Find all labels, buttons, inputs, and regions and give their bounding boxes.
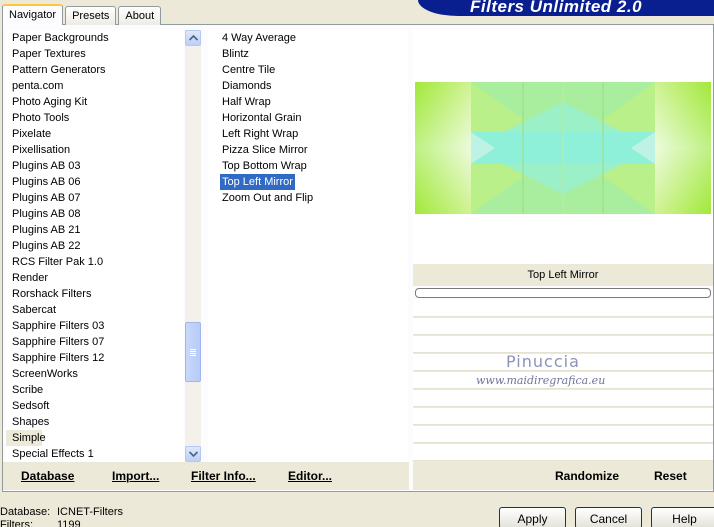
filter-item[interactable]: Left Right Wrap — [208, 126, 408, 142]
category-item[interactable]: Simple — [6, 430, 46, 446]
database-value: ICNET-Filters — [57, 506, 123, 518]
preview-area — [413, 30, 713, 264]
filter-item-label: Blintz — [222, 48, 249, 60]
filter-item[interactable]: 4 Way Average — [208, 30, 408, 46]
preview-links: Randomize Reset — [413, 462, 713, 490]
tab-bar: Navigator Presets About — [2, 4, 163, 25]
scroll-up-button[interactable] — [185, 30, 201, 46]
category-item[interactable]: Pattern Generators — [6, 62, 184, 78]
category-item[interactable]: Plugins AB 08 — [6, 206, 184, 222]
randomize-button[interactable]: Randomize — [555, 469, 619, 483]
category-item[interactable]: penta.com — [6, 78, 184, 94]
category-item[interactable]: Pixelate — [6, 126, 184, 142]
category-item[interactable]: Paper Backgrounds — [6, 30, 184, 46]
filters-unlimited-dialog: Filters Unlimited 2.0 Navigator Presets … — [0, 0, 714, 527]
scroll-down-button[interactable] — [185, 446, 201, 462]
filter-item-label: Centre Tile — [222, 64, 276, 76]
filter-item-label: Left Right Wrap — [222, 128, 299, 140]
help-button[interactable]: Help — [651, 507, 714, 527]
param-row — [413, 390, 713, 407]
editor-link[interactable]: Editor... — [288, 469, 332, 483]
filter-item[interactable]: Top Left Mirror — [208, 174, 408, 190]
filter-item-label: Top Bottom Wrap — [222, 160, 307, 172]
param-row — [413, 318, 713, 335]
category-item[interactable]: Pixellisation — [6, 142, 184, 158]
category-item[interactable]: Photo Tools — [6, 110, 184, 126]
apply-button[interactable]: Apply — [499, 507, 566, 527]
filter-item-label: Pizza Slice Mirror — [222, 144, 308, 156]
category-item[interactable]: Plugins AB 03 — [6, 158, 184, 174]
tab-navigator[interactable]: Navigator — [2, 4, 64, 25]
filter-item[interactable]: Pizza Slice Mirror — [208, 142, 408, 158]
category-item[interactable]: Special Effects 1 — [6, 446, 184, 462]
selected-filter-name: Top Left Mirror — [413, 264, 713, 286]
filter-info-link[interactable]: Filter Info... — [191, 469, 256, 483]
chevron-down-icon — [189, 451, 198, 457]
category-item[interactable]: Sapphire Filters 07 — [6, 334, 184, 350]
filters-label: Filters: — [0, 519, 33, 527]
category-item[interactable]: Rorshack Filters — [6, 286, 184, 302]
filter-item[interactable]: Zoom Out and Flip — [208, 190, 408, 206]
filter-item[interactable]: Blintz — [208, 46, 408, 62]
watermark-url: www.maidiregrafica.eu — [476, 374, 606, 387]
category-scrollbar[interactable] — [185, 30, 201, 462]
tab-presets[interactable]: Presets — [65, 6, 117, 25]
filter-item-label: Horizontal Grain — [222, 112, 302, 124]
watermark-name: Pinuccia — [506, 352, 580, 371]
filter-item-label: Diamonds — [222, 80, 272, 92]
progress-bar — [415, 288, 711, 298]
param-row — [413, 444, 713, 461]
category-item[interactable]: Render — [6, 270, 184, 286]
param-row — [413, 426, 713, 443]
param-row — [413, 336, 713, 353]
category-item[interactable]: Plugins AB 21 — [6, 222, 184, 238]
category-item[interactable]: Plugins AB 07 — [6, 190, 184, 206]
category-item[interactable]: RCS Filter Pak 1.0 — [6, 254, 184, 270]
filters-count: 1199 — [57, 519, 81, 527]
category-item[interactable]: Sedsoft — [6, 398, 184, 414]
filter-item[interactable]: Diamonds — [208, 78, 408, 94]
database-link[interactable]: Database — [21, 469, 74, 483]
filter-item[interactable]: Horizontal Grain — [208, 110, 408, 126]
cancel-button[interactable]: Cancel — [575, 507, 642, 527]
category-item[interactable]: Sapphire Filters 03 — [6, 318, 184, 334]
app-title: Filters Unlimited 2.0 — [470, 0, 643, 16]
param-row — [413, 408, 713, 425]
filter-item[interactable]: Half Wrap — [208, 94, 408, 110]
category-item[interactable]: ScreenWorks — [6, 366, 184, 382]
category-item[interactable]: Photo Aging Kit — [6, 94, 184, 110]
category-item[interactable]: Paper Textures — [6, 46, 184, 62]
filter-item[interactable]: Centre Tile — [208, 62, 408, 78]
filter-list[interactable]: 4 Way Average Blintz Centre Tile Diamonds Ha… — [208, 30, 408, 462]
database-label: Database: — [0, 506, 51, 518]
category-list[interactable]: Paper Backgrounds Paper Textures Pattern G… — [6, 30, 184, 462]
category-item[interactable]: Scribe — [6, 382, 184, 398]
status-info: Database: ICNET-Filters Filters: 1199 — [0, 506, 123, 527]
category-item[interactable]: Sapphire Filters 12 — [6, 350, 184, 366]
filter-item-label: Top Left Mirror — [220, 174, 295, 190]
filter-item-label: Half Wrap — [222, 96, 271, 108]
chevron-up-icon — [189, 35, 198, 41]
filter-item-label: Zoom Out and Flip — [222, 192, 314, 204]
category-item[interactable]: Sabercat — [6, 302, 184, 318]
scroll-thumb[interactable] — [185, 322, 201, 382]
tab-about[interactable]: About — [118, 6, 162, 25]
category-item[interactable]: Plugins AB 06 — [6, 174, 184, 190]
category-item[interactable]: Plugins AB 22 — [6, 238, 184, 254]
import-link[interactable]: Import... — [112, 469, 159, 483]
filter-item[interactable]: Top Bottom Wrap — [208, 158, 408, 174]
reset-button[interactable]: Reset — [654, 469, 687, 483]
navigator-links: Database Import... Filter Info... Editor… — [3, 462, 409, 490]
param-row — [413, 300, 713, 317]
preview-image — [415, 82, 711, 214]
category-item[interactable]: Shapes — [6, 414, 184, 430]
filter-item-label: 4 Way Average — [222, 32, 296, 44]
